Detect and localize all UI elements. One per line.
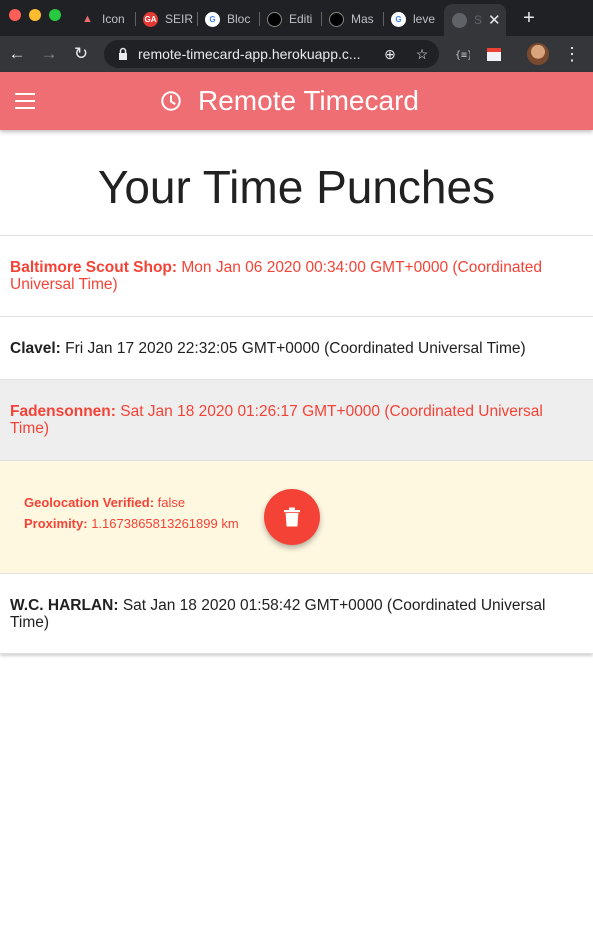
globe-icon bbox=[452, 12, 467, 28]
clock-icon bbox=[161, 91, 181, 111]
proximity-value: 1.1673865813261899 km bbox=[91, 516, 239, 531]
brand-logo[interactable]: Remote Timecard bbox=[160, 72, 419, 130]
geolocation-value: false bbox=[157, 495, 186, 510]
monster-icon: ▲ bbox=[82, 13, 93, 25]
browser-tab[interactable]: G leve bbox=[391, 6, 441, 32]
browser-tab-strip: ▲ Icon GA SEIR G Bloc Editi Mas G leve S… bbox=[0, 0, 593, 36]
delete-button[interactable] bbox=[264, 489, 320, 545]
punch-location: W.C. HARLAN: bbox=[10, 596, 119, 614]
github-icon bbox=[329, 11, 344, 27]
calendar-extension-icon[interactable] bbox=[486, 46, 502, 62]
punch-location: Fadensonnen: bbox=[10, 403, 116, 420]
browser-toolbar: ← → ↻ remote-timecard-app.herokuapp.c...… bbox=[0, 36, 593, 72]
browser-tab[interactable]: G Bloc bbox=[205, 6, 260, 32]
close-tab-icon[interactable]: ✕ bbox=[488, 11, 501, 29]
list-item[interactable]: Clavel: Fri Jan 17 2020 22:32:05 GMT+000… bbox=[0, 317, 593, 380]
address-bar[interactable]: remote-timecard-app.herokuapp.c... ⊕ ☆ bbox=[104, 40, 439, 68]
url-text[interactable]: remote-timecard-app.herokuapp.c... bbox=[138, 46, 373, 62]
zoom-window-button[interactable] bbox=[49, 9, 61, 21]
lock-icon bbox=[119, 47, 127, 60]
svg-text:{≡}: {≡} bbox=[455, 50, 470, 61]
close-window-button[interactable] bbox=[9, 9, 21, 21]
hamburger-menu-icon[interactable] bbox=[15, 93, 35, 109]
trash-icon bbox=[284, 507, 300, 527]
browser-tab[interactable]: ▲ Icon bbox=[80, 6, 136, 32]
browser-tab[interactable]: Editi bbox=[267, 6, 322, 32]
more-menu-icon[interactable]: ⋮ bbox=[563, 43, 581, 65]
google-icon: G bbox=[391, 11, 406, 27]
punch-time: Fri Jan 17 2020 22:32:05 GMT+0000 (Coord… bbox=[65, 339, 526, 357]
list-item[interactable]: W.C. HARLAN: Sat Jan 18 2020 01:58:42 GM… bbox=[0, 574, 593, 654]
location-icon[interactable]: ⊕ bbox=[382, 46, 398, 62]
punch-detail-panel: Geolocation Verified: false Proximity: 1… bbox=[0, 461, 593, 574]
minimize-window-button[interactable] bbox=[29, 9, 41, 21]
punch-location: Baltimore Scout Shop: bbox=[10, 259, 178, 276]
list-item[interactable]: Baltimore Scout Shop: Mon Jan 06 2020 00… bbox=[0, 236, 593, 317]
geolocation-label: Geolocation Verified: bbox=[24, 495, 155, 510]
browser-tab[interactable]: GA SEIR bbox=[143, 6, 198, 32]
avatar[interactable] bbox=[527, 43, 549, 65]
github-icon bbox=[267, 11, 282, 27]
google-icon: G bbox=[205, 11, 220, 27]
reload-icon[interactable]: ↻ bbox=[70, 43, 92, 65]
back-icon[interactable]: ← bbox=[6, 43, 28, 65]
punch-list: Baltimore Scout Shop: Mon Jan 06 2020 00… bbox=[0, 235, 593, 654]
bookmark-star-icon[interactable]: ☆ bbox=[414, 46, 430, 62]
ga-icon: GA bbox=[143, 11, 158, 27]
forward-icon[interactable]: → bbox=[38, 43, 60, 65]
new-tab-button[interactable]: + bbox=[519, 6, 539, 30]
app-title: Remote Timecard bbox=[198, 85, 419, 116]
list-item-selected[interactable]: Fadensonnen: Sat Jan 18 2020 01:26:17 GM… bbox=[0, 380, 593, 461]
extension-icon[interactable]: {≡} bbox=[454, 46, 470, 62]
punch-location: Clavel: bbox=[10, 339, 61, 357]
app-navbar: Remote Timecard bbox=[0, 72, 593, 130]
proximity-label: Proximity: bbox=[24, 516, 88, 531]
browser-tab[interactable]: Mas bbox=[329, 6, 384, 32]
browser-tab-active[interactable]: S ✕ bbox=[444, 4, 506, 36]
page-title: Your Time Punches bbox=[97, 161, 496, 213]
